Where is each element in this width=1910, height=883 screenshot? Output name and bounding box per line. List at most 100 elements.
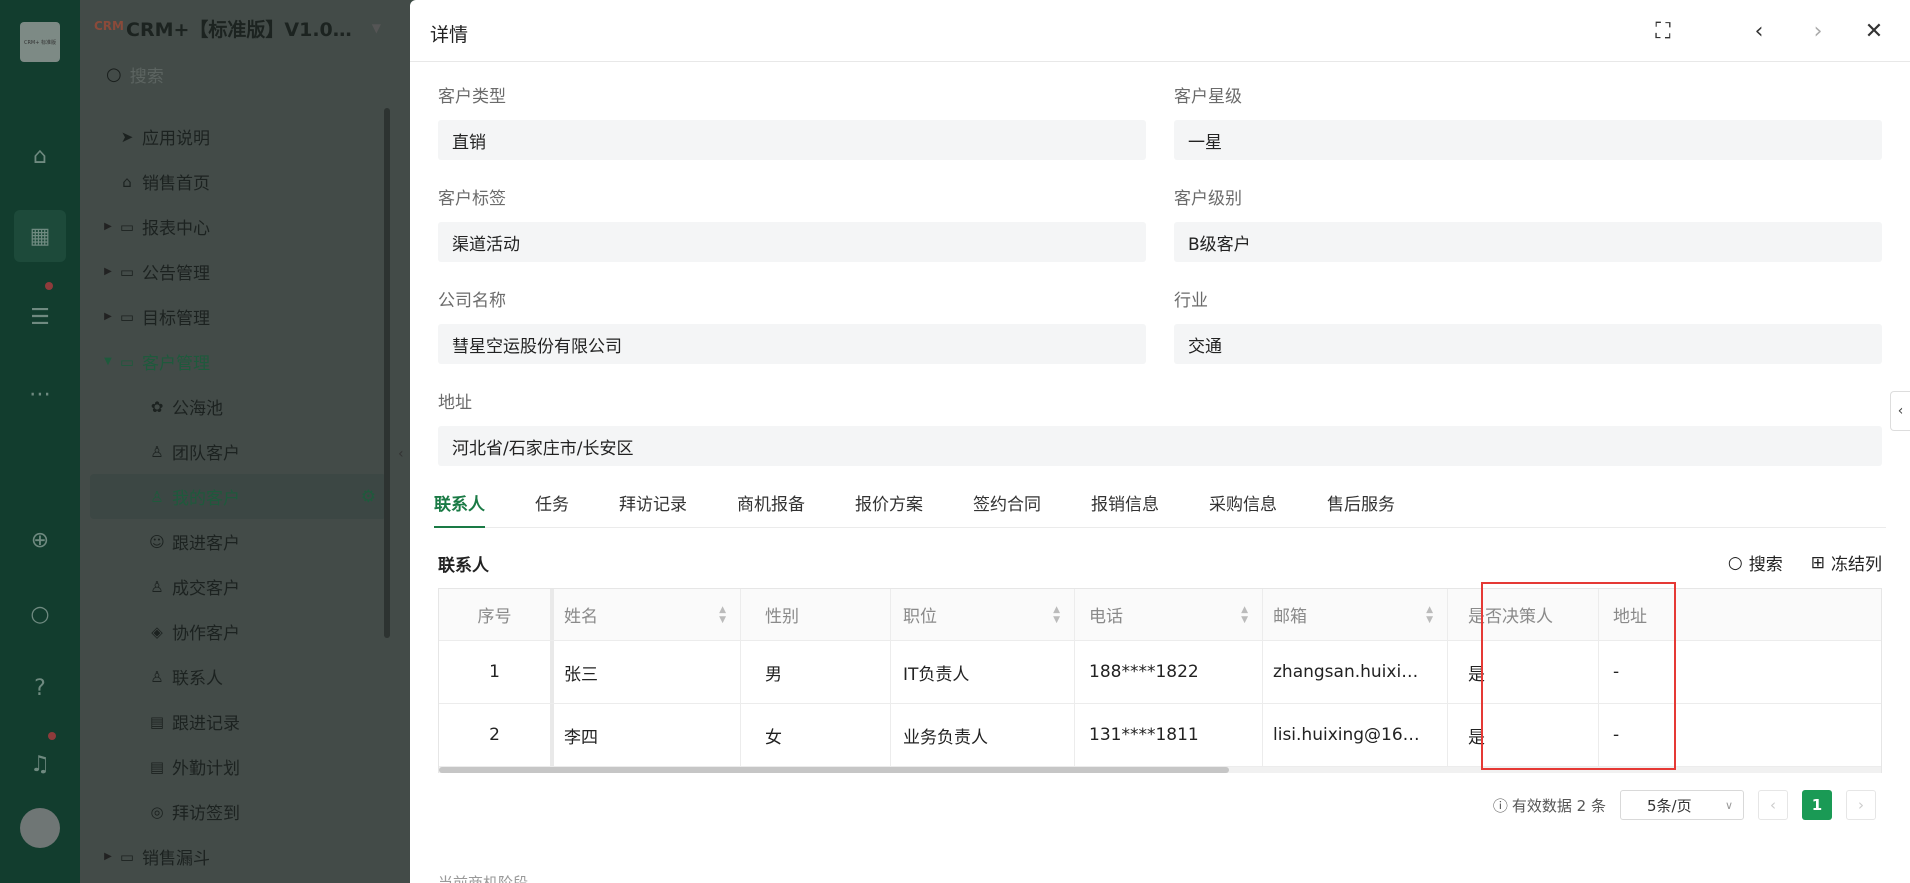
col-header-email[interactable]: 邮箱 ▲ ▼	[1263, 589, 1448, 640]
close-icon[interactable]: ✕	[1859, 16, 1889, 46]
sidebar-item-label: 客户管理	[142, 354, 210, 374]
field-label: 客户标签	[438, 189, 506, 209]
field-address: 地址 河北省/石家庄市/长安区	[438, 388, 1882, 466]
page-number-button[interactable]: 1	[1802, 790, 1832, 820]
sidebar-scrollbar[interactable]	[384, 108, 390, 638]
next-record-icon[interactable]: ›	[1803, 16, 1833, 46]
sidebar-item-follow-records[interactable]: ▤ 跟进记录	[90, 699, 386, 744]
header-label: 姓名	[564, 607, 598, 627]
tab-reimbursements[interactable]: 报销信息	[1091, 482, 1159, 528]
cell-gender: 男	[741, 641, 891, 703]
caret-down-icon: ▼	[104, 356, 112, 367]
search-button-label: 搜索	[1748, 555, 1783, 575]
help-icon[interactable]: ?	[20, 668, 60, 708]
field-label: 客户星级	[1174, 87, 1242, 107]
field-value: B级客户	[1174, 222, 1882, 262]
search-icon: ○	[1727, 552, 1743, 573]
field-value: 河北省/石家庄市/长安区	[438, 426, 1882, 466]
doc-icon[interactable]: ☰	[20, 297, 60, 337]
next-page-button[interactable]: ›	[1846, 790, 1876, 820]
scrollbar-thumb[interactable]	[439, 767, 1229, 773]
field-label: 公司名称	[438, 291, 506, 311]
prev-record-icon[interactable]: ‹	[1744, 16, 1774, 46]
tab-contacts[interactable]: 联系人	[434, 482, 485, 528]
drawer-title: 详情	[430, 24, 469, 46]
sort-icon[interactable]: ▲ ▼	[1241, 605, 1248, 625]
sidebar-item-label: 销售首页	[142, 174, 210, 194]
sidebar-item-team-customers[interactable]: ♙ 团队客户	[90, 429, 386, 474]
sidebar-item-deal-customers[interactable]: ♙ 成交客户	[90, 564, 386, 609]
plan-icon: ▤	[149, 757, 165, 776]
sidebar-item-label: 外勤计划	[172, 759, 240, 779]
sort-icon[interactable]: ▲ ▼	[1426, 605, 1433, 625]
sidebar-item-visit-checkin[interactable]: ◎ 拜访签到	[90, 789, 386, 834]
notification-dot	[48, 732, 56, 740]
app-header[interactable]: CRM CRM+【标准版】V1.0… ▼	[94, 10, 381, 46]
tab-visits[interactable]: 拜访记录	[619, 482, 687, 528]
sidebar-item-collab-customers[interactable]: ◈ 协作客户	[90, 609, 386, 654]
page-size-value: 5条/页	[1647, 796, 1692, 815]
sort-icon[interactable]: ▲ ▼	[1053, 605, 1060, 625]
handshake-icon: ✿	[150, 397, 164, 416]
sidebar-item-announcements[interactable]: ▶ ▭ 公告管理	[90, 249, 386, 294]
caret-right-icon: ▶	[104, 221, 112, 232]
search-input[interactable]: 搜索	[130, 62, 164, 87]
tab-quotes[interactable]: 报价方案	[855, 482, 923, 528]
sidebar-item-customers[interactable]: ▼ ▭ 客户管理	[90, 339, 386, 384]
avatar[interactable]	[20, 808, 60, 848]
deal-icon: ♙	[150, 577, 164, 596]
search-button[interactable]: ○ 搜索	[1727, 550, 1783, 576]
contact-icon: ♙	[150, 667, 164, 686]
header-label: 电话	[1089, 607, 1123, 627]
field-customer-level: 客户级别 B级客户	[1174, 184, 1882, 262]
cell-name: 李四	[554, 704, 741, 766]
company-logo[interactable]: CRM+ 标准版	[20, 22, 60, 62]
tab-purchases[interactable]: 采购信息	[1209, 482, 1277, 528]
col-header-name[interactable]: 姓名 ▲ ▼	[554, 589, 741, 640]
sidebar-item-targets[interactable]: ▶ ▭ 目标管理	[90, 294, 386, 339]
tab-after-sales[interactable]: 售后服务	[1327, 482, 1395, 528]
follow-icon: ☺	[149, 532, 165, 551]
folder-icon: ▭	[119, 307, 135, 326]
more-icon[interactable]: ⋯	[20, 374, 60, 414]
freeze-columns-button[interactable]: ⊞ 冻结列	[1811, 550, 1882, 576]
tab-tasks[interactable]: 任务	[535, 482, 569, 528]
col-header-position[interactable]: 职位 ▲ ▼	[891, 589, 1075, 640]
grid-icon[interactable]: ▦	[14, 210, 66, 262]
sidebar-item-sales-funnel[interactable]: ▶ ▭ 销售漏斗	[90, 834, 386, 879]
sidebar-item-follow-customers[interactable]: ☺ 跟进客户	[90, 519, 386, 564]
info-icon: ⓘ	[1492, 796, 1508, 815]
fullscreen-icon[interactable]: ⛶	[1648, 16, 1678, 46]
sidebar-search[interactable]: ○ 搜索	[106, 62, 164, 87]
sidebar-item-contacts[interactable]: ♙ 联系人	[90, 654, 386, 699]
sidebar-item-reports[interactable]: ▶ ▭ 报表中心	[90, 204, 386, 249]
header-label: 职位	[903, 607, 937, 627]
col-header-gender: 性别	[741, 589, 891, 640]
search-icon: ○	[106, 64, 122, 85]
field-value: 彗星空运股份有限公司	[438, 324, 1146, 364]
field-value: 一星	[1174, 120, 1882, 160]
cell-email: zhangsan.huixi…	[1263, 641, 1448, 703]
sidebar-item-sales-home[interactable]: ⌂ 销售首页	[90, 159, 386, 204]
prev-page-button[interactable]: ‹	[1758, 790, 1788, 820]
drawer-header: 详情 ⛶ ‹ › ✕	[410, 0, 1910, 62]
search-icon[interactable]: ○	[20, 594, 60, 634]
sidebar-item-public-pool[interactable]: ✿ 公海池	[90, 384, 386, 429]
gear-icon[interactable]: ⚙	[361, 487, 376, 507]
sidebar-item-my-customers[interactable]: ♙ 我的客户 ⚙	[90, 474, 386, 519]
sort-icon[interactable]: ▲ ▼	[719, 605, 726, 625]
page-size-select[interactable]: 5条/页 ∨	[1620, 790, 1744, 820]
chevron-down-icon[interactable]: ▼	[372, 21, 381, 35]
tab-contracts[interactable]: 签约合同	[973, 482, 1041, 528]
home-icon[interactable]: ⌂	[20, 136, 60, 176]
detail-drawer: 详情 ⛶ ‹ › ✕ 客户类型 直销 客户星级 一星 客户标签 渠道活动 客户级…	[410, 0, 1910, 883]
field-customer-star: 客户星级 一星	[1174, 82, 1882, 160]
side-panel-toggle-icon[interactable]: ‹	[1890, 391, 1910, 431]
add-icon[interactable]: ⊕	[20, 520, 60, 560]
col-header-phone[interactable]: 电话 ▲ ▼	[1075, 589, 1263, 640]
sidebar-item-field-plans[interactable]: ▤ 外勤计划	[90, 744, 386, 789]
bell-icon[interactable]: ♫	[20, 744, 60, 784]
cell-gender: 女	[741, 704, 891, 766]
sidebar-item-app-guide[interactable]: ➤ 应用说明	[90, 114, 386, 159]
tab-opportunities[interactable]: 商机报备	[737, 482, 805, 528]
